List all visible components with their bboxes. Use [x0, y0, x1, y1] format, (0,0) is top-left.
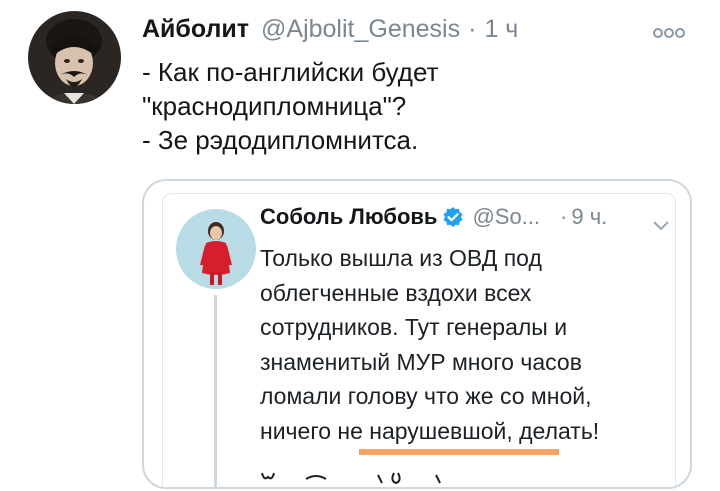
cut-off-text-fragment [260, 471, 460, 487]
verified-badge-icon [442, 206, 464, 228]
embedded-screenshot-card[interactable]: Соболь Любовь @So... · 9 ч. Только вышла… [142, 179, 692, 489]
quoted-text-line: Только вышла из ОВД под [260, 245, 542, 271]
separator-dot: · [468, 15, 477, 43]
quoted-author-name: Соболь Любовь [260, 204, 438, 229]
quoted-tweet-text: Только вышла из ОВД под облегченные вздо… [260, 241, 680, 448]
quoted-author-handle: @So... [472, 204, 541, 229]
quoted-tweet-header: Соболь Любовь @So... · 9 ч. [260, 204, 607, 230]
tweet-header: Айболит @Ajbolit_Genesis · 1 ч [142, 15, 518, 49]
quoted-author-avatar [176, 209, 256, 289]
quoted-text-line: облегченные вздохи всех [260, 279, 532, 306]
author-avatar[interactable] [28, 11, 121, 104]
tweet-text-line: - Зе рэдодипломнитса. [142, 125, 419, 155]
tweet-text-line: - Как по-английски будет [142, 57, 439, 87]
highlight-underline [359, 449, 559, 455]
quoted-text-line: ломали голову что же со мной, [260, 383, 592, 409]
author-handle[interactable]: @Ajbolit_Genesis [261, 15, 460, 44]
separator-dot: · [560, 204, 568, 229]
quoted-text-line: сотрудников. Тут генералы и [260, 314, 568, 340]
timestamp[interactable]: 1 ч [484, 15, 518, 44]
chevron-down-icon [652, 219, 670, 231]
more-dots-icon[interactable] [652, 26, 686, 40]
quoted-text-line: знаменитый МУР много часов [260, 348, 582, 375]
tweet-text: - Как по-английски будет "краснодипломни… [142, 55, 682, 157]
tweet-text-line: "краснодипломница"? [142, 91, 407, 121]
author-name[interactable]: Айболит [142, 15, 249, 44]
thread-line [214, 295, 217, 487]
tweet: Айболит @Ajbolit_Genesis · 1 ч - Как по-… [0, 0, 720, 491]
quoted-timestamp: 9 ч. [571, 204, 608, 229]
quoted-text-line: ничего не нарушевшой, делать! [260, 417, 600, 444]
